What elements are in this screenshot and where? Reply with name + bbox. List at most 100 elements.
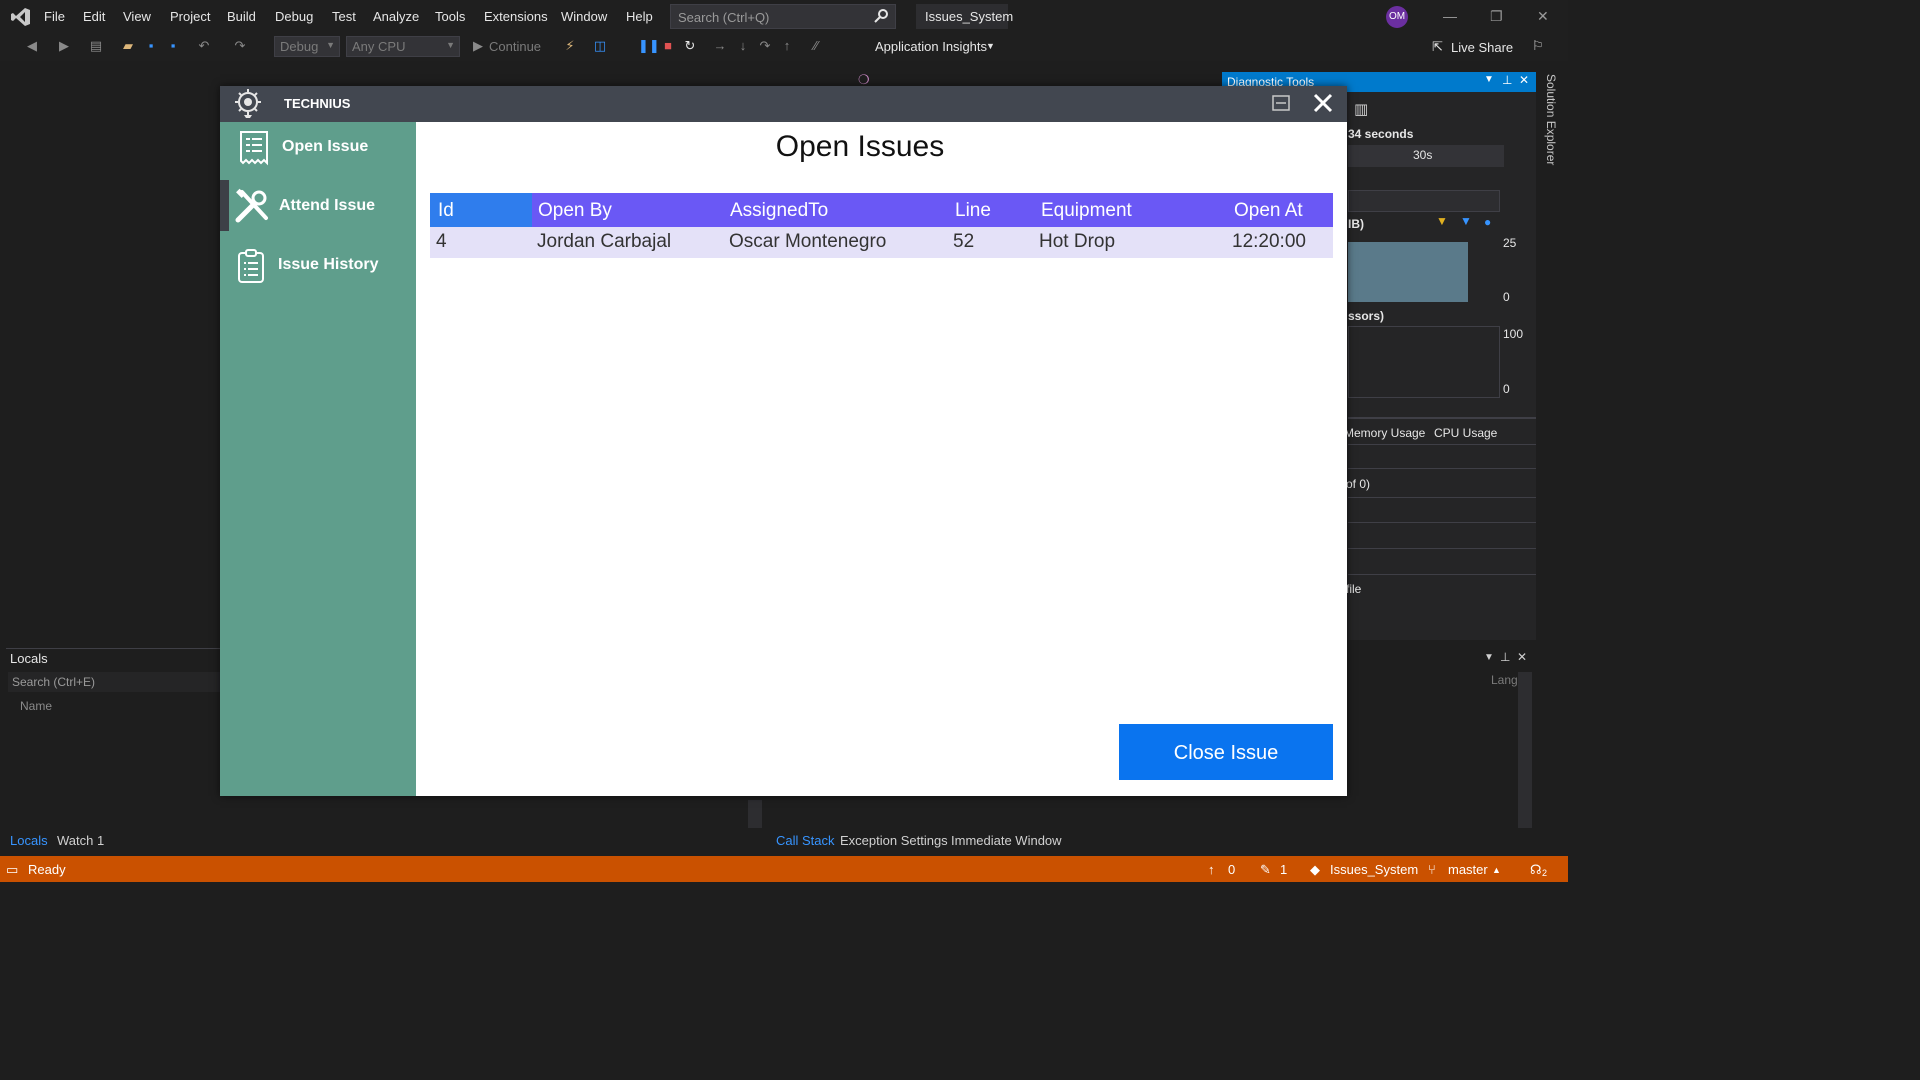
continue-icon[interactable]: ▶ <box>470 38 486 54</box>
minimize-icon[interactable]: — <box>1443 8 1457 24</box>
table-row[interactable]: 4 Jordan Carbajal Oscar Montenegro 52 Ho… <box>430 227 1333 258</box>
locals-scrollbar[interactable] <box>748 800 762 828</box>
tab-watch-1[interactable]: Watch 1 <box>57 833 104 848</box>
notifications-icon[interactable]: ☊ <box>1530 862 1542 878</box>
column-header-line[interactable]: Line <box>955 200 991 222</box>
user-avatar[interactable]: OM <box>1386 6 1408 28</box>
chevron-down-icon[interactable]: ▼ <box>986 41 995 51</box>
redo-icon[interactable]: ↷ <box>232 38 248 54</box>
menu-extensions[interactable]: Extensions <box>484 9 548 24</box>
menu-tools[interactable]: Tools <box>435 9 465 24</box>
save-icon[interactable]: ▪ <box>143 38 159 54</box>
pin-icon[interactable]: ⊥ <box>1500 650 1510 664</box>
close-icon[interactable]: ✕ <box>1517 650 1527 664</box>
column-header-equipment[interactable]: Equipment <box>1041 200 1132 222</box>
divider <box>1348 468 1536 469</box>
menu-file[interactable]: File <box>44 9 65 24</box>
menu-window[interactable]: Window <box>561 9 607 24</box>
restore-icon[interactable]: ❐ <box>1490 8 1503 25</box>
restart-icon[interactable]: ↻ <box>682 38 698 54</box>
tab-locals[interactable]: Locals <box>10 833 48 848</box>
tab-exception-settings[interactable]: Exception Settings <box>840 833 948 848</box>
cell-open-at: 12:20:00 <box>1232 231 1306 252</box>
column-header-assigned-to[interactable]: AssignedTo <box>730 200 828 222</box>
tab-memory-usage[interactable]: Memory Usage <box>1344 426 1425 440</box>
close-icon[interactable]: ✕ <box>1519 73 1529 87</box>
platform-select[interactable]: Any CPU ▼ <box>346 36 460 57</box>
table-header: Id Open By AssignedTo Line Equipment Ope… <box>430 193 1333 227</box>
unpushed-count[interactable]: 0 <box>1228 862 1235 877</box>
back-icon[interactable]: ◀ <box>24 38 40 54</box>
tab-call-stack[interactable]: Call Stack <box>776 833 835 848</box>
new-project-icon[interactable]: ▤ <box>88 38 104 54</box>
nav-open-issue[interactable]: Open Issue <box>220 122 416 174</box>
pin-icon[interactable]: ⊥ <box>1502 73 1512 87</box>
nav-open-issue-label: Open Issue <box>282 138 369 155</box>
call-stack-scrollbar[interactable] <box>1518 672 1532 828</box>
configuration-select[interactable]: Debug ▼ <box>274 36 340 57</box>
settings-chart-icon[interactable]: ▥ <box>1354 100 1368 118</box>
changes-count[interactable]: 1 <box>1280 862 1287 877</box>
close-issue-button[interactable]: Close Issue <box>1119 724 1333 780</box>
continue-button[interactable]: Continue <box>489 39 541 54</box>
open-folder-icon[interactable]: ▰ <box>120 38 136 54</box>
show-next-statement-icon[interactable]: → <box>712 38 728 54</box>
step-over-icon[interactable]: ↷ <box>757 38 773 54</box>
pause-icon[interactable]: ❚❚ <box>638 38 660 54</box>
branch-name[interactable]: master <box>1448 862 1488 877</box>
menu-debug[interactable]: Debug <box>275 9 313 24</box>
breakpoints-icon[interactable]: ⁄⁄ <box>808 38 824 54</box>
chevron-down-icon: ▼ <box>326 40 335 50</box>
share-icon: ⇱ <box>1432 39 1443 54</box>
timeline-tick: 30s <box>1413 148 1433 162</box>
menu-project[interactable]: Project <box>170 9 210 24</box>
menu-edit[interactable]: Edit <box>83 9 105 24</box>
repository-name[interactable]: Issues_System <box>1330 862 1418 877</box>
menu-help[interactable]: Help <box>626 9 653 24</box>
chevron-up-icon[interactable]: ▲ <box>1492 865 1501 875</box>
forward-icon[interactable]: ▶ <box>56 38 72 54</box>
step-into-icon[interactable]: ↓ <box>735 38 751 54</box>
issues-table: Id Open By AssignedTo Line Equipment Ope… <box>430 193 1333 258</box>
column-header-open-at[interactable]: Open At <box>1234 200 1303 222</box>
app-close-icon[interactable] <box>1312 92 1334 114</box>
menu-view[interactable]: View <box>123 9 151 24</box>
menu-bar: File Edit View Project Build Debug Test … <box>0 0 1568 33</box>
chevron-down-icon[interactable]: ▼ <box>1484 74 1494 85</box>
snapshot-marker-icon: ▼ <box>1436 214 1448 228</box>
save-all-icon[interactable]: ▪ <box>165 38 181 54</box>
menu-analyze[interactable]: Analyze <box>373 9 419 24</box>
app-minimize-icon[interactable] <box>1272 95 1290 111</box>
status-indicator-icon: ▭ <box>6 862 19 877</box>
cell-id: 4 <box>436 231 447 252</box>
cell-line: 52 <box>953 231 975 252</box>
stop-icon[interactable]: ■ <box>660 38 676 54</box>
divider <box>1348 574 1536 575</box>
nav-issue-history[interactable]: Issue History <box>220 240 416 292</box>
tab-immediate-window[interactable]: Immediate Window <box>951 833 1062 848</box>
events-track <box>1348 190 1500 212</box>
live-share-button[interactable]: Live Share <box>1451 40 1513 55</box>
menu-test[interactable]: Test <box>332 9 356 24</box>
step-out-icon[interactable]: ↑ <box>779 38 795 54</box>
screenshot-icon[interactable]: ◫ <box>592 38 608 54</box>
hot-reload-icon[interactable]: ⚡ <box>562 38 578 54</box>
configuration-value: Debug <box>280 39 319 54</box>
application-insights-button[interactable]: Application Insights <box>875 39 987 54</box>
ide-search-input[interactable]: Search (Ctrl+Q) <box>670 4 896 29</box>
nav-attend-issue[interactable]: Attend Issue <box>220 180 416 232</box>
menu-build[interactable]: Build <box>227 9 256 24</box>
cell-equipment: Hot Drop <box>1039 231 1116 252</box>
solution-explorer-tab[interactable]: Solution Explorer <box>1536 62 1568 852</box>
column-header-id[interactable]: Id <box>438 200 454 222</box>
ide-search-placeholder: Search (Ctrl+Q) <box>678 10 770 25</box>
tab-cpu-usage[interactable]: CPU Usage <box>1434 426 1497 440</box>
close-icon[interactable]: ✕ <box>1537 8 1549 25</box>
visual-studio-logo-icon[interactable] <box>10 6 32 28</box>
feedback-icon[interactable]: ⚐ <box>1532 38 1544 54</box>
locals-search-input[interactable]: Search (Ctrl+E) <box>8 672 222 692</box>
nav-attend-issue-label: Attend Issue <box>279 197 376 214</box>
column-header-open-by[interactable]: Open By <box>538 200 612 222</box>
undo-icon[interactable]: ↶ <box>196 38 212 54</box>
chevron-down-icon[interactable]: ▼ <box>1484 652 1494 663</box>
